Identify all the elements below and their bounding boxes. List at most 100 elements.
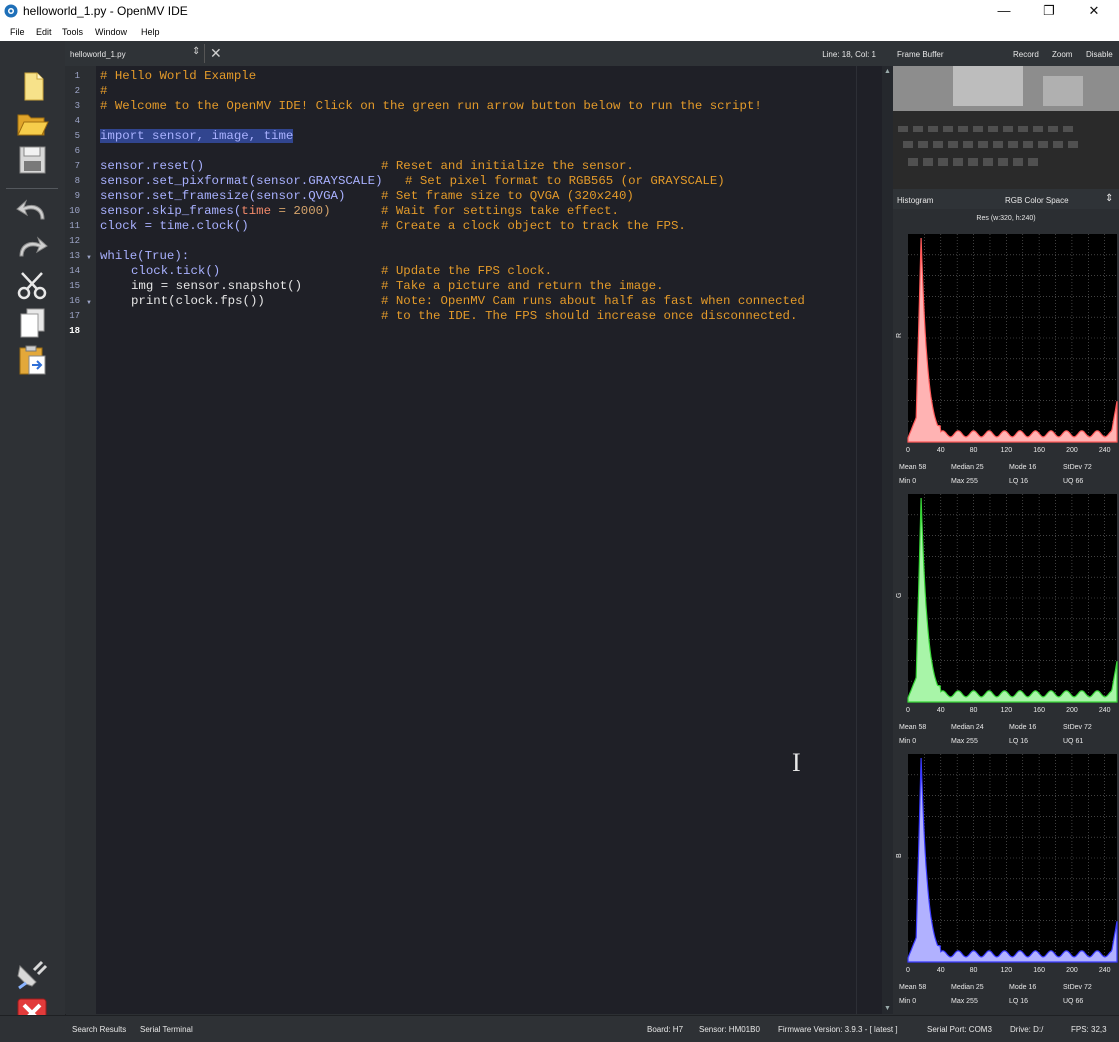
line-number: 4: [74, 116, 80, 126]
histogram-resolution: Res (w:320, h:240): [976, 215, 1036, 222]
histogram-stat: StDev 72: [1063, 464, 1092, 471]
x-tick-label: 120: [1001, 707, 1013, 714]
record-button[interactable]: Record: [1013, 50, 1039, 59]
cut-icon[interactable]: [14, 269, 50, 303]
scroll-down-icon[interactable]: ▼: [884, 1005, 891, 1012]
disable-button[interactable]: Disable: [1086, 50, 1113, 59]
openmv-logo-icon: [4, 4, 18, 18]
text-cursor-icon: I: [792, 748, 801, 777]
right-panel: Frame Buffer Record Zoom Disable Histogr…: [893, 41, 1119, 1015]
histogram-stat: Median 25: [951, 464, 984, 471]
histogram-stat: Mode 16: [1009, 464, 1036, 471]
save-icon[interactable]: [14, 143, 50, 177]
histogram-stat: Max 255: [951, 738, 978, 745]
redo-icon[interactable]: [14, 230, 50, 264]
scroll-up-icon[interactable]: ▲: [884, 68, 891, 75]
x-tick-label: 120: [1001, 447, 1013, 454]
code-statement: img = sensor.snapshot(): [131, 279, 303, 293]
frame-buffer-label: Frame Buffer: [897, 50, 944, 59]
histogram-stat: Median 24: [951, 724, 984, 731]
minimize-button[interactable]: —: [981, 0, 1027, 22]
histogram-stat: LQ 16: [1009, 478, 1028, 485]
color-space-select[interactable]: RGB Color Space: [1005, 196, 1069, 205]
histogram-header: Histogram RGB Color Space ⇕: [893, 189, 1119, 209]
code-comment: # Update the FPS clock.: [381, 264, 553, 278]
line-number-gutter: 1 2 3 4 5 6 7 8 9 10 11 12 13 14 15 16 1…: [65, 66, 96, 1014]
x-tick-label: 120: [1001, 967, 1013, 974]
histogram-stat: Mode 16: [1009, 724, 1036, 731]
search-results-tab[interactable]: Search Results: [72, 1025, 126, 1034]
left-toolbar: [0, 41, 66, 1028]
line-number: 17: [69, 311, 80, 321]
code-comment: # Reset and initialize the sensor.: [381, 159, 634, 173]
line-number: 16: [69, 296, 80, 306]
x-tick-label: 40: [937, 967, 945, 974]
editor-minimap-area: [856, 66, 883, 1014]
file-selector-icon[interactable]: ⇕: [192, 46, 200, 57]
new-file-icon[interactable]: [14, 69, 50, 103]
editor-scrollbar[interactable]: ▲ ▼: [882, 66, 893, 1014]
title-bar: helloworld_1.py - OpenMV IDE — ❐ ✕: [0, 0, 1119, 22]
firmware-info[interactable]: Firmware Version: 3.9.3 - [ latest ]: [778, 1025, 898, 1034]
menu-file[interactable]: File: [10, 27, 25, 37]
x-tick-label: 0: [906, 707, 910, 714]
paste-icon[interactable]: [14, 343, 50, 377]
histogram-stat: Mean 58: [899, 724, 926, 731]
histogram-stat: StDev 72: [1063, 724, 1092, 731]
x-tick-label: 40: [937, 707, 945, 714]
histogram-stat: UQ 66: [1063, 998, 1083, 1005]
undo-icon[interactable]: [14, 193, 50, 227]
maximize-button[interactable]: ❐: [1026, 0, 1072, 22]
menu-edit[interactable]: Edit: [36, 27, 52, 37]
code-statement: clock.tick(): [131, 264, 221, 278]
code-editor[interactable]: # Hello World Example # # Welcome to the…: [96, 66, 856, 1014]
open-file-icon[interactable]: [14, 106, 50, 140]
histogram-stat: StDev 72: [1063, 984, 1092, 991]
x-tick-label: 240: [1099, 707, 1111, 714]
x-tick-label: 240: [1099, 967, 1111, 974]
code-statement: clock = time.clock(): [100, 219, 249, 233]
close-tab-icon[interactable]: ✕: [210, 45, 222, 62]
histogram-stat: LQ 16: [1009, 998, 1028, 1005]
line-number: 6: [74, 146, 80, 156]
histogram-stat: Max 255: [951, 478, 978, 485]
toolbar-divider: [6, 188, 58, 189]
code-comment: # Set pixel format to RGB565 (or GRAYSCA…: [405, 174, 725, 188]
code-statement: while(True):: [100, 249, 190, 263]
connect-icon[interactable]: [14, 958, 50, 992]
serial-terminal-tab[interactable]: Serial Terminal: [140, 1025, 193, 1034]
select-arrow-icon[interactable]: ⇕: [1105, 193, 1113, 204]
code-comment: # to the IDE. The FPS should increase on…: [381, 309, 798, 323]
x-tick-label: 200: [1066, 447, 1078, 454]
x-tick-label: 0: [906, 447, 910, 454]
fold-marker-icon[interactable]: ▼: [86, 300, 92, 306]
histogram-stat: Min 0: [899, 998, 916, 1005]
menu-window[interactable]: Window: [95, 27, 127, 37]
code-statement: sensor.reset(): [100, 159, 205, 173]
channel-label: G: [896, 593, 903, 598]
file-tab[interactable]: helloworld_1.py: [70, 50, 126, 59]
menu-help[interactable]: Help: [141, 27, 160, 37]
window-title: helloworld_1.py - OpenMV IDE: [23, 4, 188, 18]
line-number: 8: [74, 176, 80, 186]
serial-port-info[interactable]: Serial Port: COM3: [927, 1025, 992, 1034]
menu-bar: File Edit Tools Window Help: [0, 22, 1119, 41]
copy-icon[interactable]: [14, 306, 50, 340]
sensor-info: Sensor: HM01B0: [699, 1025, 760, 1034]
x-tick-label: 160: [1033, 447, 1045, 454]
line-number: 5: [74, 131, 80, 141]
close-button[interactable]: ✕: [1071, 0, 1117, 22]
line-number: 9: [74, 191, 80, 201]
code-comment: # Wait for settings take effect.: [381, 204, 619, 218]
menu-tools[interactable]: Tools: [62, 27, 83, 37]
board-info: Board: H7: [647, 1025, 684, 1034]
drive-info[interactable]: Drive: D:/: [1010, 1025, 1043, 1034]
fold-marker-icon[interactable]: ▼: [86, 255, 92, 261]
line-number: 15: [69, 281, 80, 291]
code-comment: # Set frame size to QVGA (320x240): [381, 189, 634, 203]
zoom-button[interactable]: Zoom: [1052, 50, 1072, 59]
code-comment: # Welcome to the OpenMV IDE! Click on th…: [100, 99, 762, 113]
histogram-stat: Min 0: [899, 478, 916, 485]
line-number: 3: [74, 101, 80, 111]
fps-info: FPS: 32,3: [1071, 1025, 1107, 1034]
